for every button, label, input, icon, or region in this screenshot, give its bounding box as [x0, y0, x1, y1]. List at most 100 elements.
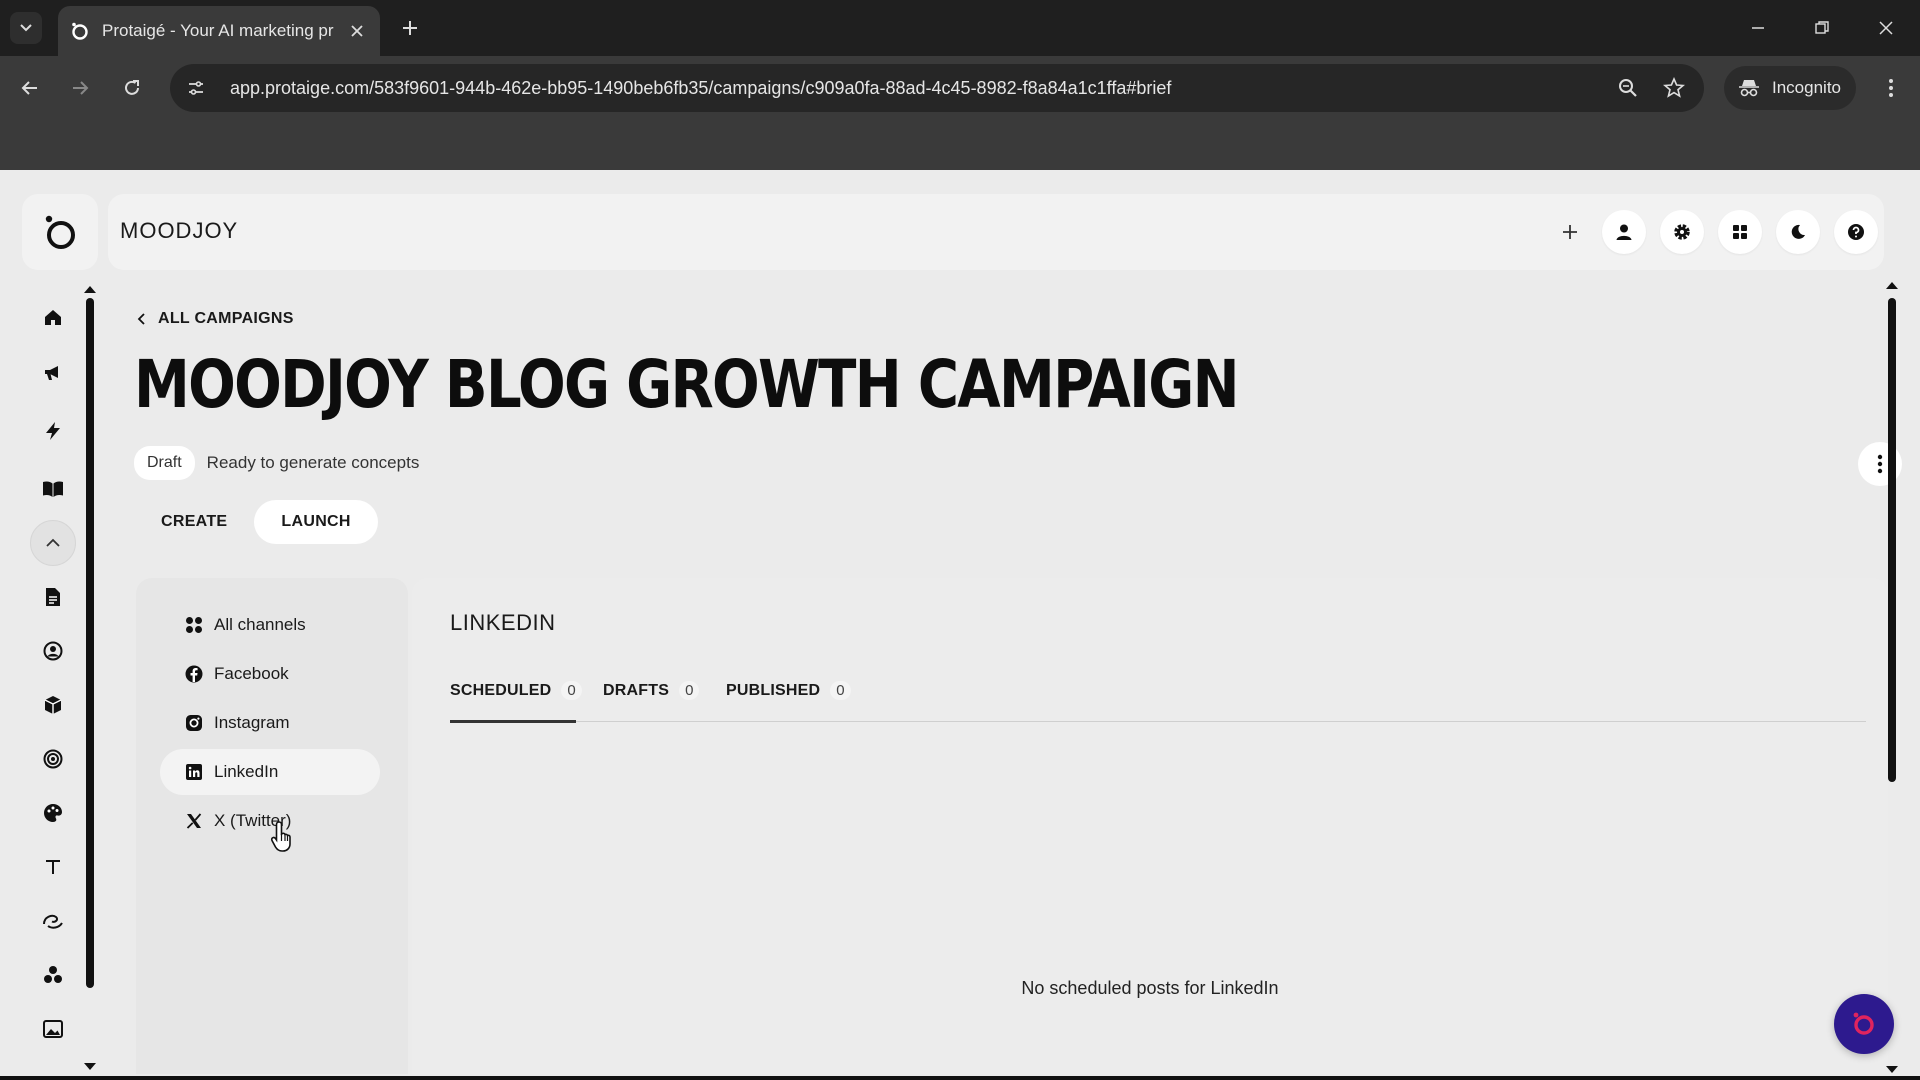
page-title: MOODJOY BLOG GROWTH CAMPAIGN — [134, 346, 1240, 423]
tab-drafts[interactable]: DRAFTS 0 — [603, 681, 700, 722]
sidebar-collapse-button[interactable] — [30, 520, 76, 566]
tab-close-icon[interactable] — [346, 20, 368, 42]
arrow-right-icon — [73, 81, 89, 95]
bottom-edge — [0, 1076, 1920, 1080]
product-icon — [44, 696, 62, 714]
sidebar-item-voice[interactable] — [30, 898, 76, 944]
protaige-favicon-icon — [70, 21, 90, 41]
text-icon — [46, 860, 60, 874]
tab-published[interactable]: PUBLISHED 0 — [726, 681, 851, 722]
reload-button[interactable] — [116, 72, 148, 104]
help-icon — [1848, 224, 1864, 240]
sidebar-item-campaigns[interactable] — [30, 350, 76, 396]
chat-assistant-button[interactable] — [1834, 994, 1894, 1054]
new-tab-button[interactable] — [396, 14, 424, 42]
minimize-icon — [1752, 27, 1764, 29]
sidebar-scrollbar[interactable] — [86, 298, 94, 988]
sidebar-item-goals[interactable] — [30, 736, 76, 782]
tab-scheduled[interactable]: SCHEDULED 0 — [450, 681, 582, 723]
channel-linkedin[interactable]: LinkedIn — [160, 749, 380, 795]
main-content: ALL CAMPAIGNS MOODJOY BLOG GROWTH CAMPAI… — [110, 282, 1902, 1074]
grid-icon — [184, 615, 204, 635]
status-row: Draft Ready to generate concepts — [134, 446, 419, 480]
arrow-left-icon — [21, 81, 37, 95]
minimize-button[interactable] — [1738, 10, 1778, 46]
channel-label: All channels — [214, 615, 306, 634]
chevron-up-icon — [46, 538, 60, 547]
close-window-button[interactable] — [1866, 10, 1906, 46]
channel-facebook[interactable]: Facebook — [160, 651, 380, 697]
facebook-icon — [184, 664, 204, 684]
grid-icon — [1733, 225, 1747, 239]
browser-chrome-strip — [0, 120, 1920, 170]
sidebar-item-library[interactable] — [30, 466, 76, 512]
add-button[interactable] — [1548, 210, 1592, 254]
channel-instagram[interactable]: Instagram — [160, 700, 380, 746]
settings-button[interactable] — [1660, 210, 1704, 254]
user-icon — [1616, 224, 1632, 240]
reload-icon — [125, 80, 139, 95]
sidebar-item-products[interactable] — [30, 682, 76, 728]
browser-tab[interactable]: Protaigé - Your AI marketing pr — [58, 6, 380, 56]
chevron-down-icon — [20, 24, 32, 32]
tab-count: 0 — [679, 681, 700, 700]
browser-menu-button[interactable] — [1876, 72, 1906, 104]
profile-button[interactable] — [1602, 210, 1646, 254]
tab-label: PUBLISHED — [726, 682, 821, 699]
browser-tab-bar: Protaigé - Your AI marketing pr — [0, 0, 1920, 56]
kebab-menu-icon — [1889, 79, 1893, 97]
sidebar-item-brand[interactable] — [30, 790, 76, 836]
mode-tabs: CREATE LAUNCH — [134, 500, 378, 544]
target-icon — [43, 749, 63, 769]
all-campaigns-link[interactable]: ALL CAMPAIGNS — [136, 310, 294, 328]
plus-icon — [1563, 225, 1577, 239]
channel-all-channels[interactable]: All channels — [160, 602, 380, 648]
moon-icon — [1791, 224, 1805, 239]
sidebar-item-automations[interactable] — [30, 408, 76, 454]
gear-icon — [1674, 224, 1690, 240]
channel-label: Instagram — [214, 713, 290, 732]
site-info-icon[interactable] — [182, 74, 210, 102]
browser-toolbar: app.protaige.com/583f9601-944b-462e-bb95… — [0, 56, 1920, 120]
app-header: MOODJOY — [108, 194, 1884, 270]
main-scroll-up[interactable] — [1886, 282, 1898, 289]
voice-icon — [43, 914, 63, 929]
forward-button[interactable] — [64, 72, 96, 104]
tab-count: 0 — [561, 681, 582, 700]
address-bar[interactable]: app.protaige.com/583f9601-944b-462e-bb95… — [170, 64, 1704, 112]
incognito-indicator[interactable]: Incognito — [1724, 66, 1856, 110]
zoom-icon[interactable] — [1614, 74, 1642, 102]
sidebar-scroll-up[interactable] — [84, 286, 96, 293]
incognito-label: Incognito — [1772, 78, 1841, 97]
assistant-logo-icon — [1853, 1012, 1874, 1035]
sidebar-item-audience[interactable] — [30, 952, 76, 998]
status-text: Ready to generate concepts — [206, 453, 420, 472]
workspace-name: MOODJOY — [120, 218, 239, 243]
sidebar-item-documents[interactable] — [30, 574, 76, 620]
apps-button[interactable] — [1718, 210, 1762, 254]
back-button[interactable] — [14, 72, 46, 104]
tab-create[interactable]: CREATE — [134, 500, 254, 544]
sidebar-scroll-down[interactable] — [84, 1063, 96, 1070]
help-button[interactable] — [1834, 210, 1878, 254]
dark-mode-button[interactable] — [1776, 210, 1820, 254]
post-status-tabs: SCHEDULED 0 DRAFTS 0 PUBLISHED 0 — [450, 681, 1866, 723]
protaige-logo-icon — [45, 215, 75, 249]
tab-launch[interactable]: LAUNCH — [254, 500, 378, 544]
sidebar-item-personas[interactable] — [30, 628, 76, 674]
tab-count: 0 — [830, 681, 851, 700]
chevron-left-icon — [137, 313, 145, 325]
empty-state-message: No scheduled posts for LinkedIn — [1021, 978, 1279, 998]
sidebar-item-media[interactable] — [30, 1006, 76, 1052]
campaigns-icon — [45, 366, 58, 380]
close-icon — [1879, 21, 1893, 35]
main-scroll-down[interactable] — [1886, 1066, 1898, 1073]
restore-button[interactable] — [1802, 10, 1842, 46]
app-logo[interactable] — [22, 194, 98, 270]
bookmark-star-icon[interactable] — [1660, 74, 1688, 102]
tab-search-button[interactable] — [10, 12, 42, 44]
sidebar-item-typography[interactable] — [30, 844, 76, 890]
sidebar-item-home[interactable] — [30, 294, 76, 340]
main-scrollbar[interactable] — [1888, 298, 1896, 782]
app-root: MOODJOY ALL CAMPAIGNS MOODJOY BLOG GROWT… — [0, 170, 1920, 1080]
